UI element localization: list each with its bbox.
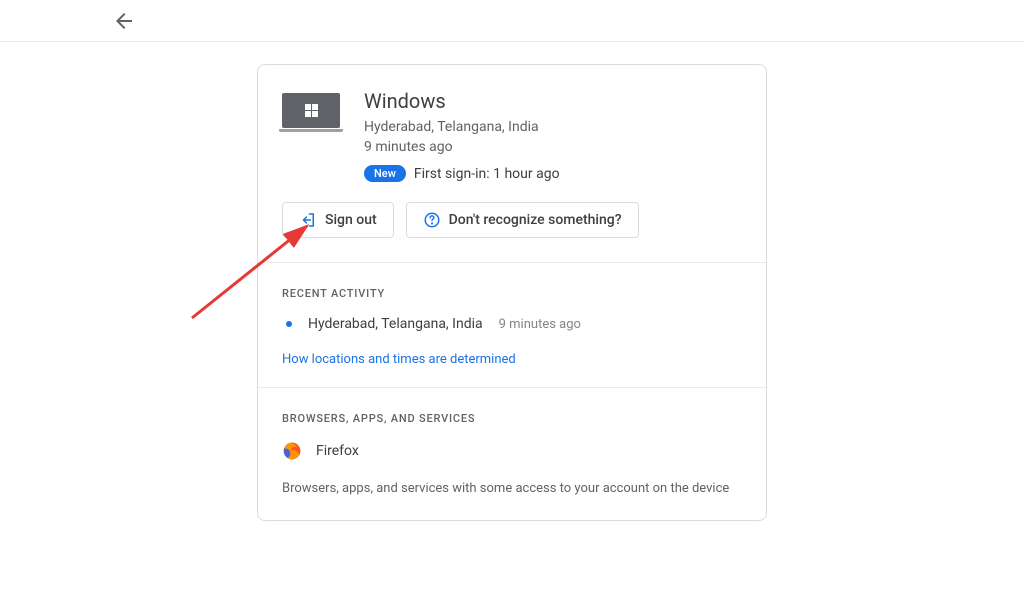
device-time: 9 minutes ago: [364, 139, 742, 155]
signout-label: Sign out: [325, 212, 377, 228]
signout-icon: [299, 211, 317, 229]
device-location: Hyderabad, Telangana, India: [364, 119, 742, 135]
back-arrow-button[interactable]: [112, 9, 136, 33]
device-header: Windows Hyderabad, Telangana, India 9 mi…: [282, 89, 742, 182]
first-signin-text: First sign-in: 1 hour ago: [414, 166, 560, 182]
bullet-icon: [286, 321, 292, 327]
browser-name: Firefox: [316, 443, 359, 459]
browser-description: Browsers, apps, and services with some a…: [282, 481, 742, 496]
top-bar: [0, 0, 1024, 42]
device-title: Windows: [364, 89, 742, 113]
browser-row: Firefox: [282, 441, 742, 461]
signout-button[interactable]: Sign out: [282, 202, 394, 238]
device-session-card: Windows Hyderabad, Telangana, India 9 mi…: [257, 64, 767, 521]
button-row: Sign out Don't recognize something?: [282, 202, 742, 238]
dont-recognize-label: Don't recognize something?: [449, 212, 622, 228]
dont-recognize-button[interactable]: Don't recognize something?: [406, 202, 639, 238]
activity-location: Hyderabad, Telangana, India: [308, 316, 483, 332]
help-icon: [423, 211, 441, 229]
activity-time: 9 minutes ago: [499, 317, 581, 332]
arrow-left-icon: [112, 9, 136, 33]
activity-row: Hyderabad, Telangana, India 9 minutes ag…: [282, 316, 742, 332]
location-info-link[interactable]: How locations and times are determined: [282, 352, 516, 367]
device-header-text: Windows Hyderabad, Telangana, India 9 mi…: [364, 89, 742, 182]
recent-activity-label: RECENT ACTIVITY: [282, 287, 742, 300]
device-icon: [282, 93, 340, 133]
firefox-icon: [282, 441, 302, 461]
new-badge: New: [364, 165, 406, 182]
signin-row: New First sign-in: 1 hour ago: [364, 165, 742, 182]
browsers-section: BROWSERS, APPS, AND SERVICES Firefox Bro…: [282, 388, 742, 496]
browsers-label: BROWSERS, APPS, AND SERVICES: [282, 412, 742, 425]
recent-activity-section: RECENT ACTIVITY Hyderabad, Telangana, In…: [282, 263, 742, 387]
windows-logo-icon: [305, 104, 318, 117]
